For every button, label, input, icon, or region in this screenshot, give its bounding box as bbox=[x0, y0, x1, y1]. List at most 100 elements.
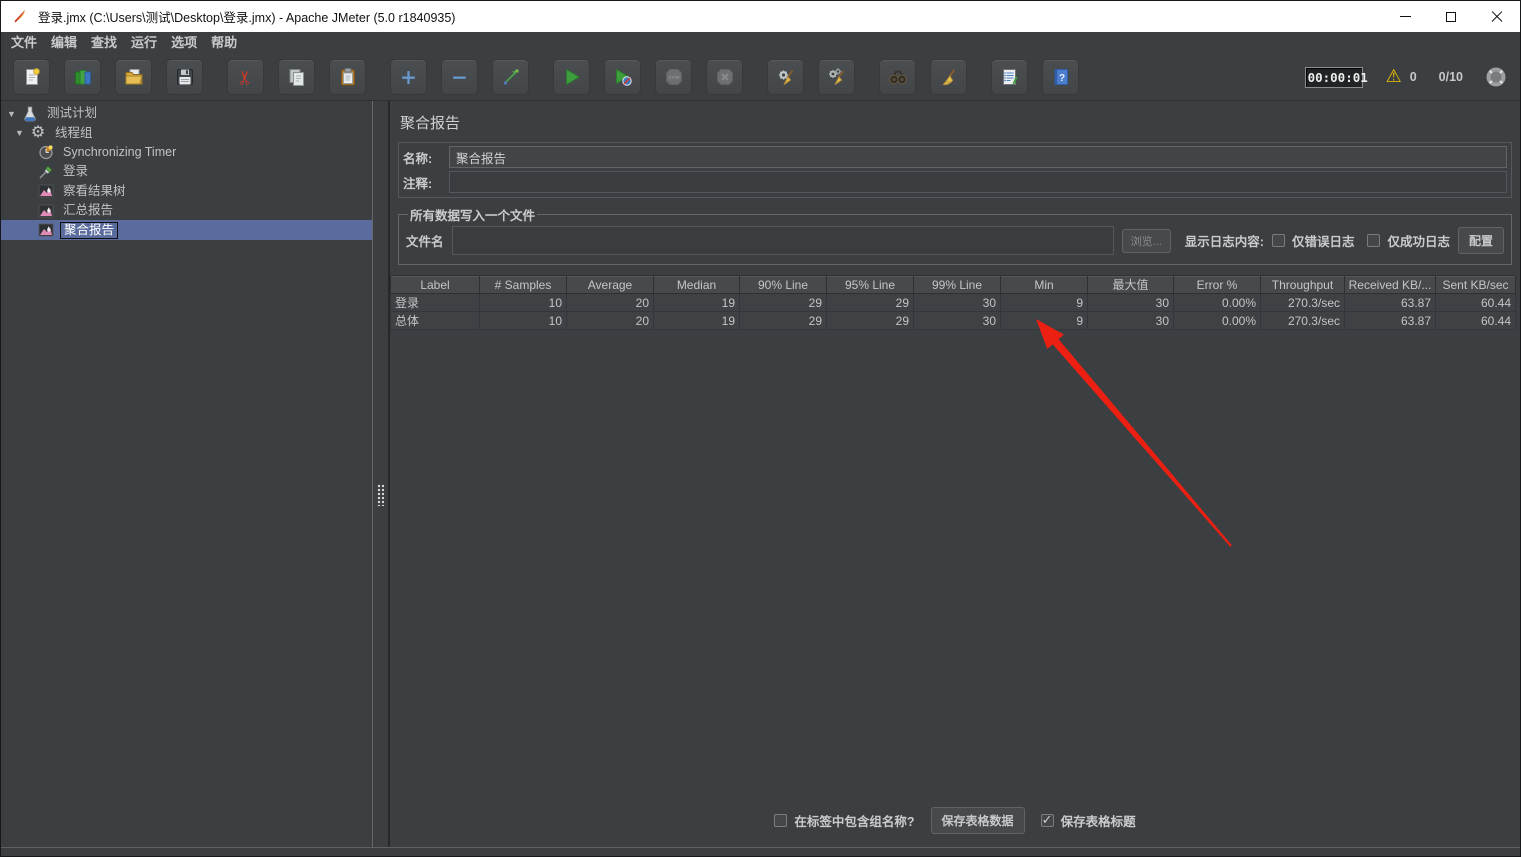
clear-all-button[interactable] bbox=[818, 59, 855, 95]
start-button[interactable] bbox=[553, 59, 590, 95]
include-group-name-checkbox[interactable] bbox=[774, 814, 788, 827]
close-icon bbox=[1491, 11, 1503, 23]
expand-arrow-icon[interactable]: ▼ bbox=[7, 109, 21, 119]
menu-item-3[interactable]: 运行 bbox=[124, 32, 164, 54]
table-cell: 29 bbox=[739, 293, 827, 312]
column-header-3[interactable]: Median bbox=[653, 275, 740, 294]
table-cell: 19 bbox=[653, 311, 740, 330]
maximize-button[interactable] bbox=[1428, 1, 1474, 32]
maximize-icon bbox=[1446, 11, 1456, 22]
table-cell: 30 bbox=[913, 293, 1001, 312]
clear-search-button[interactable] bbox=[930, 59, 967, 95]
clear-gear-broom-icon bbox=[778, 70, 793, 85]
save-header-checkbox[interactable]: ✓ bbox=[1040, 812, 1054, 827]
name-input[interactable] bbox=[449, 146, 1507, 168]
column-header-4[interactable]: 90% Line bbox=[739, 275, 827, 294]
menu-item-1[interactable]: 编辑 bbox=[44, 32, 84, 54]
table-cell: 0.00% bbox=[1173, 311, 1261, 330]
open-folder-icon bbox=[125, 69, 143, 85]
templates-button[interactable] bbox=[64, 59, 101, 95]
menu-item-2[interactable]: 查找 bbox=[84, 32, 124, 54]
tree-item-label: Synchronizing Timer bbox=[63, 144, 177, 159]
table-footer: 在标签中包含组名称? 保存表格数据 ✓ 保存表格标题 bbox=[390, 807, 1520, 834]
tree-item-0[interactable]: ▼ 测试计划 bbox=[1, 104, 372, 123]
toolbar: ✂ + − STOP ? 00:00:01 ⚠ 0 0/10 bbox=[1, 54, 1520, 101]
splitter-grip-icon[interactable] bbox=[377, 484, 384, 506]
search-button[interactable] bbox=[879, 59, 916, 95]
error-count: 0 bbox=[1409, 70, 1417, 84]
configure-button[interactable]: 配置 bbox=[1457, 227, 1504, 254]
table-cell: 19 bbox=[653, 293, 740, 312]
filename-input[interactable] bbox=[451, 226, 1114, 255]
paste-button[interactable] bbox=[329, 59, 366, 95]
column-header-2[interactable]: Average bbox=[566, 275, 654, 294]
comment-input[interactable] bbox=[449, 171, 1507, 193]
open-button[interactable] bbox=[115, 59, 152, 95]
warning-icon[interactable]: ⚠ bbox=[1386, 68, 1402, 86]
shutdown-button[interactable] bbox=[706, 59, 743, 95]
panel-splitter[interactable] bbox=[373, 101, 388, 847]
tree-item-5[interactable]: 汇总报告 bbox=[1, 201, 372, 220]
save-table-data-button[interactable]: 保存表格数据 bbox=[930, 807, 1025, 834]
function-helper-button[interactable] bbox=[991, 59, 1028, 95]
tree-item-2[interactable]: Synchronizing Timer bbox=[1, 143, 372, 162]
expand-arrow-icon[interactable]: ▼ bbox=[15, 128, 29, 138]
toggle-button[interactable] bbox=[492, 59, 529, 95]
column-header-1[interactable]: # Samples bbox=[479, 275, 567, 294]
tree-item-1[interactable]: ▼ ⚙ 线程组 bbox=[1, 123, 372, 142]
save-header-label: 保存表格标题 bbox=[1060, 815, 1136, 829]
table-cell: 10 bbox=[479, 311, 567, 330]
close-button[interactable] bbox=[1474, 1, 1520, 32]
page-title: 聚合报告 bbox=[400, 115, 461, 132]
table-cell: 登录 bbox=[390, 293, 480, 312]
tree-item-3[interactable]: 登录 bbox=[1, 162, 372, 181]
success-only-checkbox[interactable] bbox=[1367, 234, 1381, 247]
save-button[interactable] bbox=[166, 59, 203, 95]
aggregate-report-panel: 聚合报告 名称: 注释: 所有数据写入一个文件 文件名 浏览... 显示日志内容… bbox=[388, 101, 1520, 847]
column-header-6[interactable]: 99% Line bbox=[913, 275, 1001, 294]
include-group-name-label: 在标签中包含组名称? bbox=[794, 815, 915, 829]
listener-icon bbox=[37, 203, 55, 219]
tree-item-label: 汇总报告 bbox=[63, 203, 114, 218]
column-header-12[interactable]: Sent KB/sec bbox=[1435, 275, 1516, 294]
tree-item-4[interactable]: 察看结果树 bbox=[1, 182, 372, 201]
copy-button[interactable] bbox=[278, 59, 315, 95]
check-icon: ✓ bbox=[1041, 812, 1053, 827]
help-button[interactable]: ? bbox=[1042, 59, 1079, 95]
stop-button[interactable]: STOP bbox=[655, 59, 692, 95]
menu-item-0[interactable]: 文件 bbox=[4, 32, 44, 54]
new-button[interactable] bbox=[13, 59, 50, 95]
aggregate-table: Label # Samples Average Median 90% Line 95% L… bbox=[390, 275, 1516, 330]
column-header-7[interactable]: Min bbox=[1000, 275, 1088, 294]
cut-button[interactable]: ✂ bbox=[227, 59, 264, 95]
bottom-divider bbox=[1, 847, 1520, 856]
paste-clipboard-icon bbox=[340, 68, 355, 86]
browse-button[interactable]: 浏览... bbox=[1121, 228, 1171, 253]
svg-text:?: ? bbox=[1058, 73, 1064, 84]
table-cell: 30 bbox=[913, 311, 1001, 330]
write-results-group: 所有数据写入一个文件 文件名 浏览... 显示日志内容: 仅错误日志 仅成功日志… bbox=[398, 205, 1512, 265]
table-cell: 29 bbox=[826, 293, 914, 312]
column-header-10[interactable]: Throughput bbox=[1260, 275, 1345, 294]
add-element-button[interactable]: + bbox=[390, 59, 427, 95]
menu-item-5[interactable]: 帮助 bbox=[204, 32, 244, 54]
toggle-arrows-icon bbox=[503, 69, 518, 85]
name-label: 名称: bbox=[403, 151, 433, 166]
menu-item-4[interactable]: 选项 bbox=[164, 32, 204, 54]
filename-label: 文件名 bbox=[406, 235, 444, 249]
column-header-8[interactable]: 最大值 bbox=[1087, 275, 1174, 294]
errors-only-checkbox[interactable] bbox=[1271, 234, 1285, 247]
column-header-11[interactable]: Received KB/... bbox=[1344, 275, 1436, 294]
comment-label: 注释: bbox=[403, 176, 433, 191]
broom-icon bbox=[942, 68, 955, 86]
tree-item-6[interactable]: 聚合报告 bbox=[1, 220, 372, 240]
clear-button[interactable] bbox=[767, 59, 804, 95]
start-no-pauses-button[interactable] bbox=[604, 59, 641, 95]
tree-item-label: 聚合报告 bbox=[60, 221, 119, 239]
remove-element-button[interactable]: − bbox=[441, 59, 478, 95]
column-header-0[interactable]: Label bbox=[390, 275, 480, 294]
column-header-5[interactable]: 95% Line bbox=[826, 275, 914, 294]
minimize-button[interactable] bbox=[1382, 1, 1428, 32]
scissors-icon: ✂ bbox=[233, 69, 256, 85]
column-header-9[interactable]: Error % bbox=[1173, 275, 1261, 294]
